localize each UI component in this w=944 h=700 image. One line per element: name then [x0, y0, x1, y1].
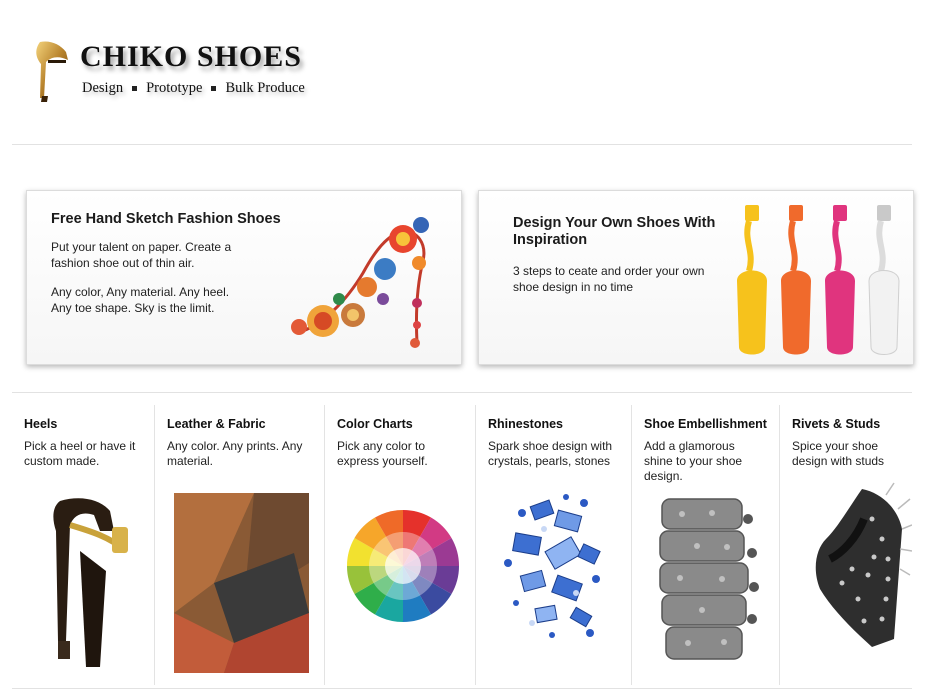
category-desc: Spark shoe design with crystals, pearls,…: [488, 439, 613, 468]
brand-name: CHIKO SHOES: [80, 40, 302, 73]
rhinestones-image: [504, 494, 601, 638]
tagline-design: Design: [82, 80, 124, 96]
brand-logo[interactable]: CHIKO SHOES Design Prototype Bulk Produce: [30, 38, 350, 108]
category-title: Rhinestones: [488, 417, 564, 431]
heel-sandal-image: [53, 498, 128, 667]
leather-swatches-image: [174, 493, 309, 673]
category-heels[interactable]: Heels Pick a heel or have it custom made…: [12, 405, 154, 685]
tagline-bullet: [132, 86, 138, 92]
category-title: Rivets & Studs: [792, 417, 881, 431]
banner-text: Put your talent on paper. Create a fashi…: [51, 240, 232, 270]
category-row: Heels Pick a heel or have it custom made…: [12, 405, 912, 685]
category-title: Shoe Embellishment: [644, 417, 767, 431]
category-color-charts[interactable]: Color Charts Pick any color to express y…: [324, 405, 475, 685]
banner-title: Design Your Own Shoes With Inspiration: [513, 215, 716, 248]
banner-title: Free Hand Sketch Fashion Shoes: [51, 211, 281, 227]
high-heel-logo-icon: [36, 41, 68, 102]
banner-free-hand-sketch[interactable]: Free Hand Sketch Fashion Shoes Put your …: [26, 190, 462, 365]
category-title: Leather & Fabric: [167, 417, 266, 431]
banner-text: 3 steps to ceate and order your own shoe…: [513, 264, 705, 294]
category-title: Color Charts: [337, 417, 413, 431]
category-desc: Pick a heel or have it custom made.: [24, 439, 136, 468]
banner-text: Any color, Any material. Any heel. Any t…: [51, 285, 230, 315]
tagline-bullet: [211, 86, 217, 92]
category-desc: Add a glamorous shine to your shoe desig…: [644, 439, 743, 483]
category-rhinestones[interactable]: Rhinestones Spark shoe design with cryst…: [475, 405, 631, 685]
banner-divider: [12, 392, 912, 393]
floral-high-heel-image: [291, 217, 429, 348]
banner-design-your-own[interactable]: Design Your Own Shoes With Inspiration 3…: [478, 190, 914, 365]
paint-dipped-loafers-image: [737, 205, 900, 355]
color-wheel-image: [347, 510, 459, 622]
category-desc: Any color. Any prints. Any material.: [167, 439, 303, 468]
category-shoe-embellishment[interactable]: Shoe Embellishment Add a glamorous shine…: [631, 405, 779, 685]
category-rivets-studs[interactable]: Rivets & Studs Spice your shoe design wi…: [779, 405, 912, 685]
crystal-cuff-image: [659, 498, 759, 660]
footer-divider: [12, 688, 912, 689]
category-leather-fabric[interactable]: Leather & Fabric Any color. Any prints. …: [154, 405, 324, 685]
category-title: Heels: [24, 417, 58, 431]
category-desc: Spice your shoe design with studs: [792, 439, 885, 468]
tagline-bulk-produce: Bulk Produce: [225, 80, 305, 96]
tagline-prototype: Prototype: [146, 80, 203, 96]
brand-tagline: Design Prototype Bulk Produce: [82, 80, 305, 97]
category-desc: Pick any color to express yourself.: [337, 439, 428, 468]
studded-wedge-image: [815, 482, 912, 647]
header-divider: [12, 144, 912, 145]
